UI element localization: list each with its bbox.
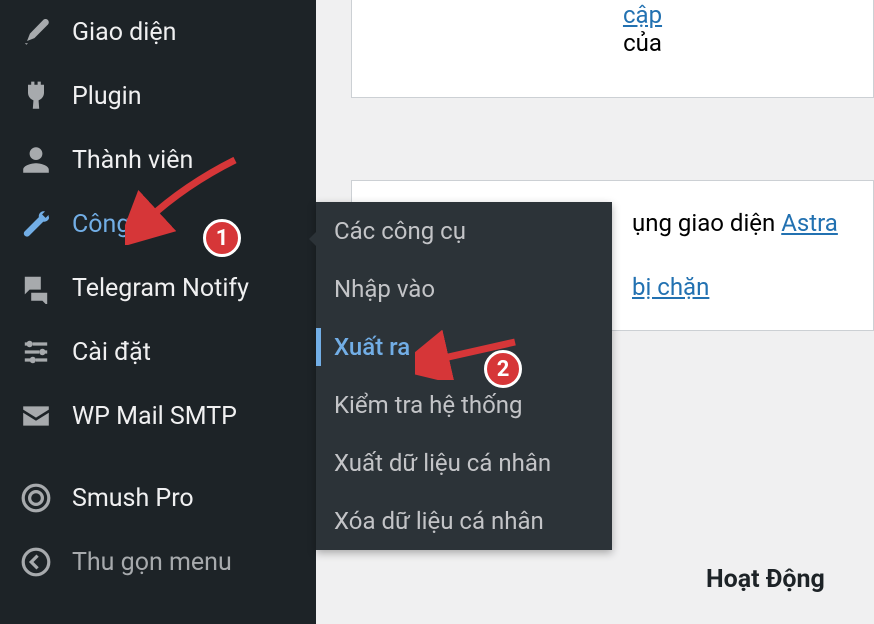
plugin-icon <box>18 78 54 114</box>
dashboard-widget-1: cập của <box>351 0 874 98</box>
theme-link[interactable]: Astra <box>781 209 838 237</box>
sidebar-item-settings[interactable]: Cài đặt <box>0 320 316 384</box>
mail-icon <box>18 398 54 434</box>
sidebar-item-label: Smush Pro <box>72 484 194 513</box>
submenu-export[interactable]: Xuất ra <box>316 318 612 376</box>
sidebar-item-label: Thu gọn menu <box>72 548 232 577</box>
submenu-import[interactable]: Nhập vào <box>316 260 612 318</box>
sidebar-item-tools[interactable]: Công cụ <box>0 192 316 256</box>
chat-icon <box>18 270 54 306</box>
sidebar-item-users[interactable]: Thành viên <box>0 128 316 192</box>
sidebar-item-telegram[interactable]: Telegram Notify <box>0 256 316 320</box>
submenu-available-tools[interactable]: Các công cụ <box>316 202 612 260</box>
of-text: của <box>623 29 662 57</box>
collapse-icon <box>18 544 54 580</box>
sidebar-item-label: Thành viên <box>72 146 193 175</box>
submenu-export-personal[interactable]: Xuất dữ liệu cá nhân <box>316 434 612 492</box>
activity-heading: Hoạt Động <box>706 565 825 594</box>
tools-submenu: Các công cụ Nhập vào Xuất ra Kiểm tra hệ… <box>316 202 612 550</box>
sidebar-item-wpmail[interactable]: WP Mail SMTP <box>0 384 316 448</box>
sidebar-item-appearance[interactable]: Giao diện <box>0 0 316 64</box>
admin-sidebar: Giao diện Plugin Thành viên Công cụ Tele… <box>0 0 316 624</box>
sidebar-item-label: Plugin <box>72 82 142 111</box>
brush-icon <box>18 14 54 50</box>
update-link[interactable]: cập <box>623 1 662 29</box>
sidebar-item-label: Telegram Notify <box>72 274 249 303</box>
smush-icon <box>18 480 54 516</box>
user-icon <box>18 142 54 178</box>
sidebar-item-label: WP Mail SMTP <box>72 402 237 431</box>
sliders-icon <box>18 334 54 370</box>
theme-text: ụng giao diện <box>632 209 781 237</box>
sidebar-item-smush[interactable]: Smush Pro <box>0 466 316 530</box>
sidebar-item-label: Cài đặt <box>72 338 151 367</box>
sidebar-item-plugins[interactable]: Plugin <box>0 64 316 128</box>
submenu-site-health[interactable]: Kiểm tra hệ thống <box>316 376 612 434</box>
blocked-link[interactable]: bị chặn <box>632 273 709 301</box>
submenu-erase-personal[interactable]: Xóa dữ liệu cá nhân <box>316 492 612 550</box>
sidebar-item-label: Công cụ <box>72 210 163 239</box>
sidebar-collapse[interactable]: Thu gọn menu <box>0 530 316 594</box>
sidebar-item-label: Giao diện <box>72 18 176 47</box>
wrench-icon <box>18 206 54 242</box>
